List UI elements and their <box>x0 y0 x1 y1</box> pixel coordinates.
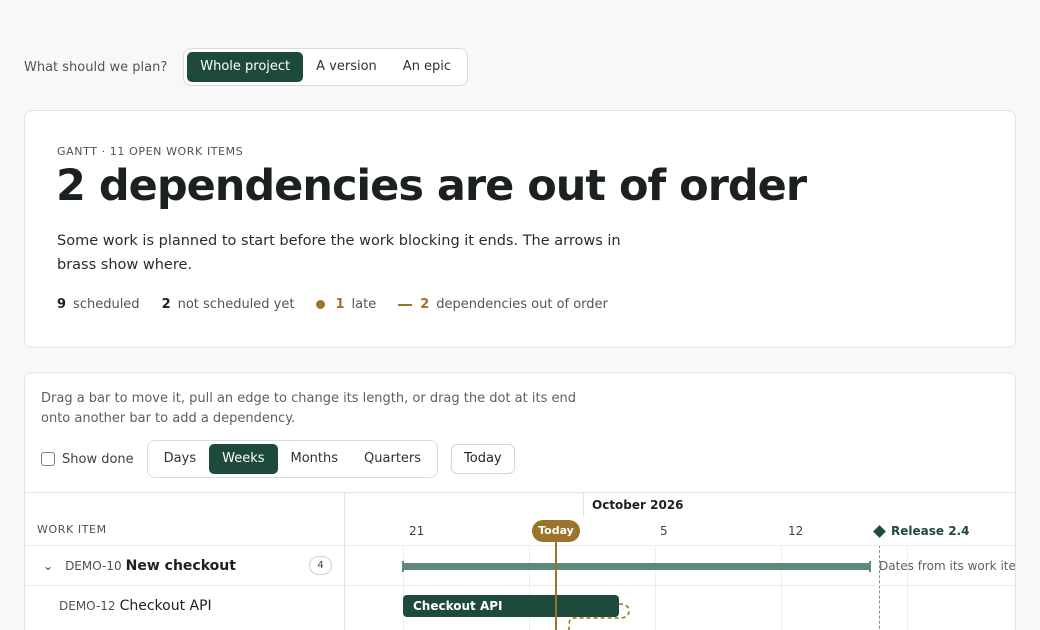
summary-headline: 2 dependencies are out of order <box>56 161 807 211</box>
stat-out-of-order-count: 2 <box>420 297 430 312</box>
dependency-arrow[interactable] <box>568 603 638 630</box>
stat-late-label: late <box>351 297 377 312</box>
zoom-option-days[interactable]: Days <box>151 444 209 474</box>
epic-rollup-bar <box>403 563 871 570</box>
rollup-start-cap <box>402 561 404 572</box>
tick-label: 12 <box>788 524 804 538</box>
show-done-toggle[interactable]: Show done <box>41 452 134 467</box>
today-marker: Today <box>532 520 580 542</box>
show-done-checkbox[interactable] <box>41 452 55 466</box>
stat-not-scheduled-label: not scheduled yet <box>177 297 295 312</box>
dependency-line-icon <box>398 303 413 306</box>
zoom-option-quarters[interactable]: Quarters <box>351 444 434 474</box>
show-done-label: Show done <box>62 451 134 467</box>
tick-label: 5 <box>660 524 668 538</box>
stat-scheduled-label: scheduled <box>73 297 140 312</box>
month-label: October 2026 <box>592 498 684 512</box>
stat-late: 1 late <box>316 297 376 312</box>
row-label: ⌄ DEMO-10 New checkout <box>43 546 236 586</box>
children-count-badge: 4 <box>309 556 332 575</box>
work-item-key[interactable]: DEMO-12 <box>59 599 116 613</box>
work-item-header: WORK ITEM <box>37 523 107 536</box>
stat-scheduled-count: 9 <box>57 297 67 312</box>
row-label: DEMO-12 Checkout API <box>59 586 212 626</box>
today-line <box>555 541 557 630</box>
plan-scope-segmented: Whole project A version An epic <box>183 48 469 86</box>
month-divider <box>583 493 584 517</box>
stat-not-scheduled: 2 not scheduled yet <box>162 297 295 312</box>
scope-option-whole-project[interactable]: Whole project <box>187 52 304 82</box>
work-item-title[interactable]: New checkout <box>126 558 236 574</box>
work-item-title[interactable]: Checkout API <box>120 598 212 614</box>
gantt-controls: Show done Days Weeks Months Quarters Tod… <box>41 440 515 478</box>
plan-scope-label: What should we plan? <box>24 59 168 75</box>
today-button[interactable]: Today <box>451 444 515 474</box>
late-dot-icon <box>316 300 326 309</box>
rollup-end-cap <box>869 561 871 572</box>
scope-option-version[interactable]: A version <box>303 52 390 82</box>
stat-scheduled: 9 scheduled <box>57 297 140 312</box>
milestone-diamond-icon <box>873 524 886 538</box>
zoom-option-weeks[interactable]: Weeks <box>209 444 278 474</box>
work-item-key[interactable]: DEMO-10 <box>65 559 122 573</box>
release-marker[interactable]: Release 2.4 <box>873 524 970 538</box>
release-label: Release 2.4 <box>891 524 970 538</box>
chevron-down-icon[interactable]: ⌄ <box>43 559 53 573</box>
stat-out-of-order: 2 dependencies out of order <box>398 297 608 312</box>
gantt-card: Drag a bar to move it, pull an edge to c… <box>24 372 1016 630</box>
gantt-hint: Drag a bar to move it, pull an edge to c… <box>41 391 576 426</box>
zoom-option-months[interactable]: Months <box>278 444 352 474</box>
zoom-segmented: Days Weeks Months Quarters <box>146 440 439 478</box>
stat-out-of-order-label: dependencies out of order <box>436 297 608 312</box>
tick-label: 21 <box>409 524 425 538</box>
summary-eyebrow: GANTT · 11 OPEN WORK ITEMS <box>57 145 244 158</box>
stat-not-scheduled-count: 2 <box>161 297 171 312</box>
scope-option-epic[interactable]: An epic <box>390 52 464 82</box>
rollup-note: Dates from its work items <box>879 559 1016 573</box>
summary-stats: 9 scheduled 2 not scheduled yet 1 late 2… <box>57 297 630 312</box>
plan-scope: What should we plan? Whole project A ver… <box>24 48 469 86</box>
stat-late-count: 1 <box>335 297 345 312</box>
gantt-grid: WORK ITEM October 2026 21 5 12 Release 2… <box>25 492 1016 630</box>
summary-description: Some work is planned to start before the… <box>57 233 621 273</box>
summary-card: GANTT · 11 OPEN WORK ITEMS 2 dependencie… <box>24 110 1016 348</box>
